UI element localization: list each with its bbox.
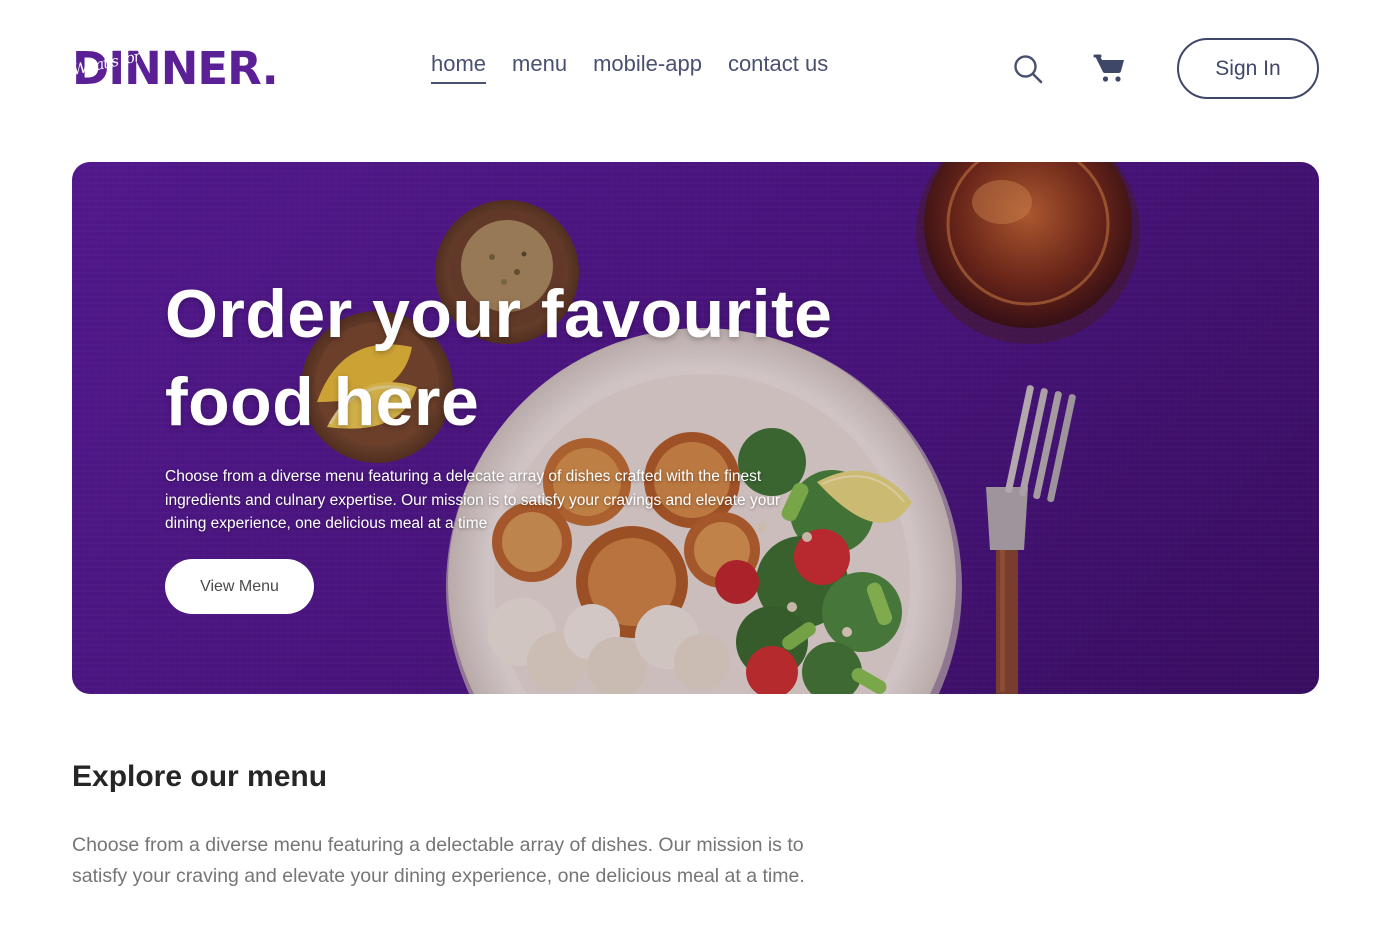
view-menu-button[interactable]: View Menu — [165, 559, 314, 614]
sign-in-button[interactable]: Sign In — [1177, 38, 1319, 99]
cart-button[interactable] — [1093, 52, 1127, 84]
explore-menu-title: Explore our menu — [72, 760, 328, 793]
explore-menu-description: Choose from a diverse menu featuring a d… — [72, 834, 805, 887]
hero-title: Order your favourite food here — [165, 276, 833, 440]
cart-icon — [1093, 54, 1124, 82]
search-icon — [1014, 55, 1043, 84]
navbar: DINNER. What's for home menu mobile-app … — [0, 0, 1375, 140]
brand-logo[interactable]: DINNER. What's for — [71, 41, 279, 95]
hero-description: Choose from a diverse menu featuring a d… — [165, 468, 781, 532]
logo-text: DINNER. — [72, 41, 279, 95]
nav-item-contact-us[interactable]: contact us — [728, 51, 828, 84]
nav-item-mobile-app[interactable]: mobile-app — [593, 51, 702, 84]
hero-banner: Order your favourite food here Choose fr… — [72, 162, 1319, 694]
search-button[interactable] — [1012, 53, 1044, 85]
nav-menu: home menu mobile-app contact us — [431, 51, 828, 85]
nav-item-menu[interactable]: menu — [512, 51, 567, 84]
nav-item-home[interactable]: home — [431, 51, 487, 85]
